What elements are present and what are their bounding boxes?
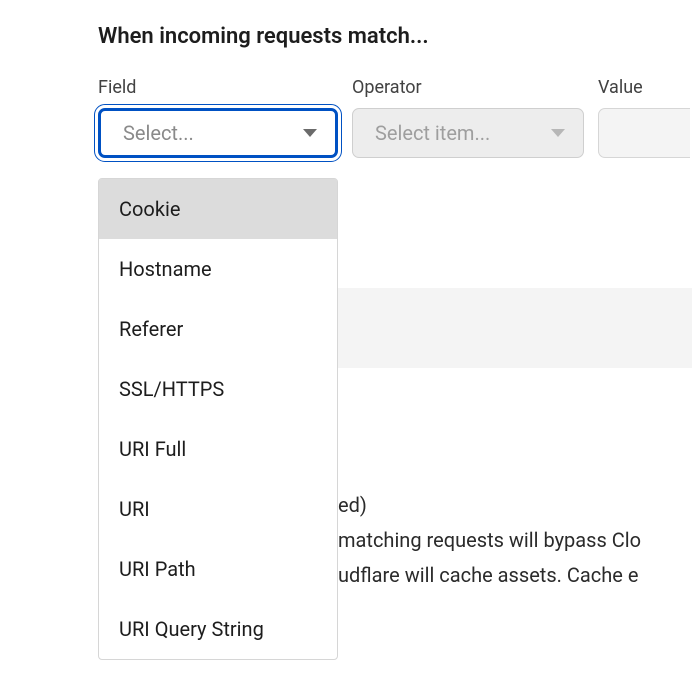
description-text: ed) matching requests will bypass Clo ud… [338,488,641,593]
field-select[interactable]: Select... [98,108,338,158]
section-title: When incoming requests match... [98,24,692,49]
dropdown-item-ssl-https[interactable]: SSL/HTTPS [99,359,337,419]
dropdown-item-uri[interactable]: URI [99,479,337,539]
value-label: Value [598,77,690,98]
chevron-down-icon [551,129,565,137]
operator-select-placeholder: Select item... [375,121,490,145]
field-select-placeholder: Select... [123,121,194,145]
field-label: Field [98,77,338,98]
operator-column: Operator Select item... [352,77,584,158]
operator-label: Operator [352,77,584,98]
description-fragment-suffix: ed) [338,488,641,523]
dropdown-item-referer[interactable]: Referer [99,299,337,359]
dropdown-item-uri-query-string[interactable]: URI Query String [99,599,337,659]
chevron-down-icon [303,129,317,137]
operator-select[interactable]: Select item... [352,108,584,158]
description-line-1: matching requests will bypass Clo [338,523,641,558]
field-column: Field Select... Cookie Hostname Referer … [98,77,338,158]
value-input[interactable] [598,108,690,158]
dropdown-item-uri-full[interactable]: URI Full [99,419,337,479]
field-dropdown: Cookie Hostname Referer SSL/HTTPS URI Fu… [98,178,338,660]
description-line-2: udflare will cache assets. Cache e [338,558,641,593]
rule-fields-row: Field Select... Cookie Hostname Referer … [98,77,692,158]
value-column: Value [598,77,690,158]
dropdown-item-hostname[interactable]: Hostname [99,239,337,299]
dropdown-item-uri-path[interactable]: URI Path [99,539,337,599]
dropdown-item-cookie[interactable]: Cookie [99,179,337,239]
